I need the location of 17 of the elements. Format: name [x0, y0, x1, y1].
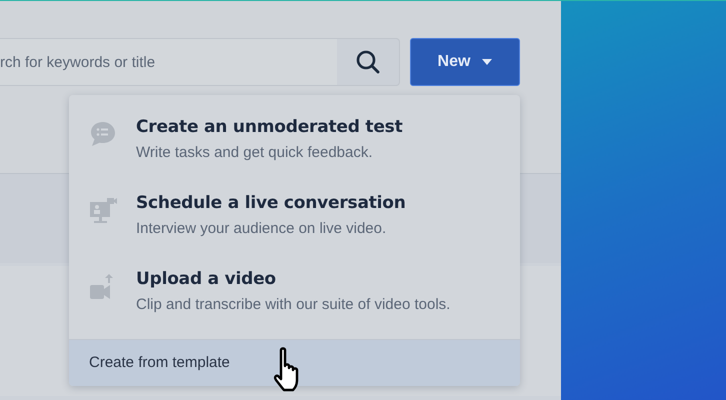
menu-item-title: Upload a video	[136, 269, 277, 289]
caret-icon	[482, 59, 492, 65]
menu-item[interactable]: Schedule a live conversation Interview your audience on live video.	[69, 185, 520, 261]
menu-item-title: Create an unmoderated test	[136, 117, 403, 137]
chat-bubble-icon	[89, 121, 117, 147]
monitor-camera-icon	[89, 197, 117, 225]
menu-item[interactable]: Upload a video Clip and transcribe with our suite of video tools.	[69, 261, 520, 337]
create-from-template-item[interactable]: Create from template	[69, 339, 520, 386]
menu-item-description: Clip and transcribe with our suite of video tools.	[136, 296, 450, 313]
new-button[interactable]: New	[410, 38, 520, 86]
search-icon	[356, 50, 380, 74]
menu-item-description: Write tasks and get quick feedback.	[136, 144, 374, 161]
menu-item[interactable]: Create an unmoderated test Write tasks and get quick feedback.	[69, 109, 520, 185]
menu-item-title: Schedule a live conversation	[136, 193, 406, 213]
search-button[interactable]	[337, 38, 400, 86]
search-field[interactable]: rch for keywords or title	[0, 38, 337, 86]
menu-item-description: Interview your audience on live video.	[136, 220, 388, 237]
